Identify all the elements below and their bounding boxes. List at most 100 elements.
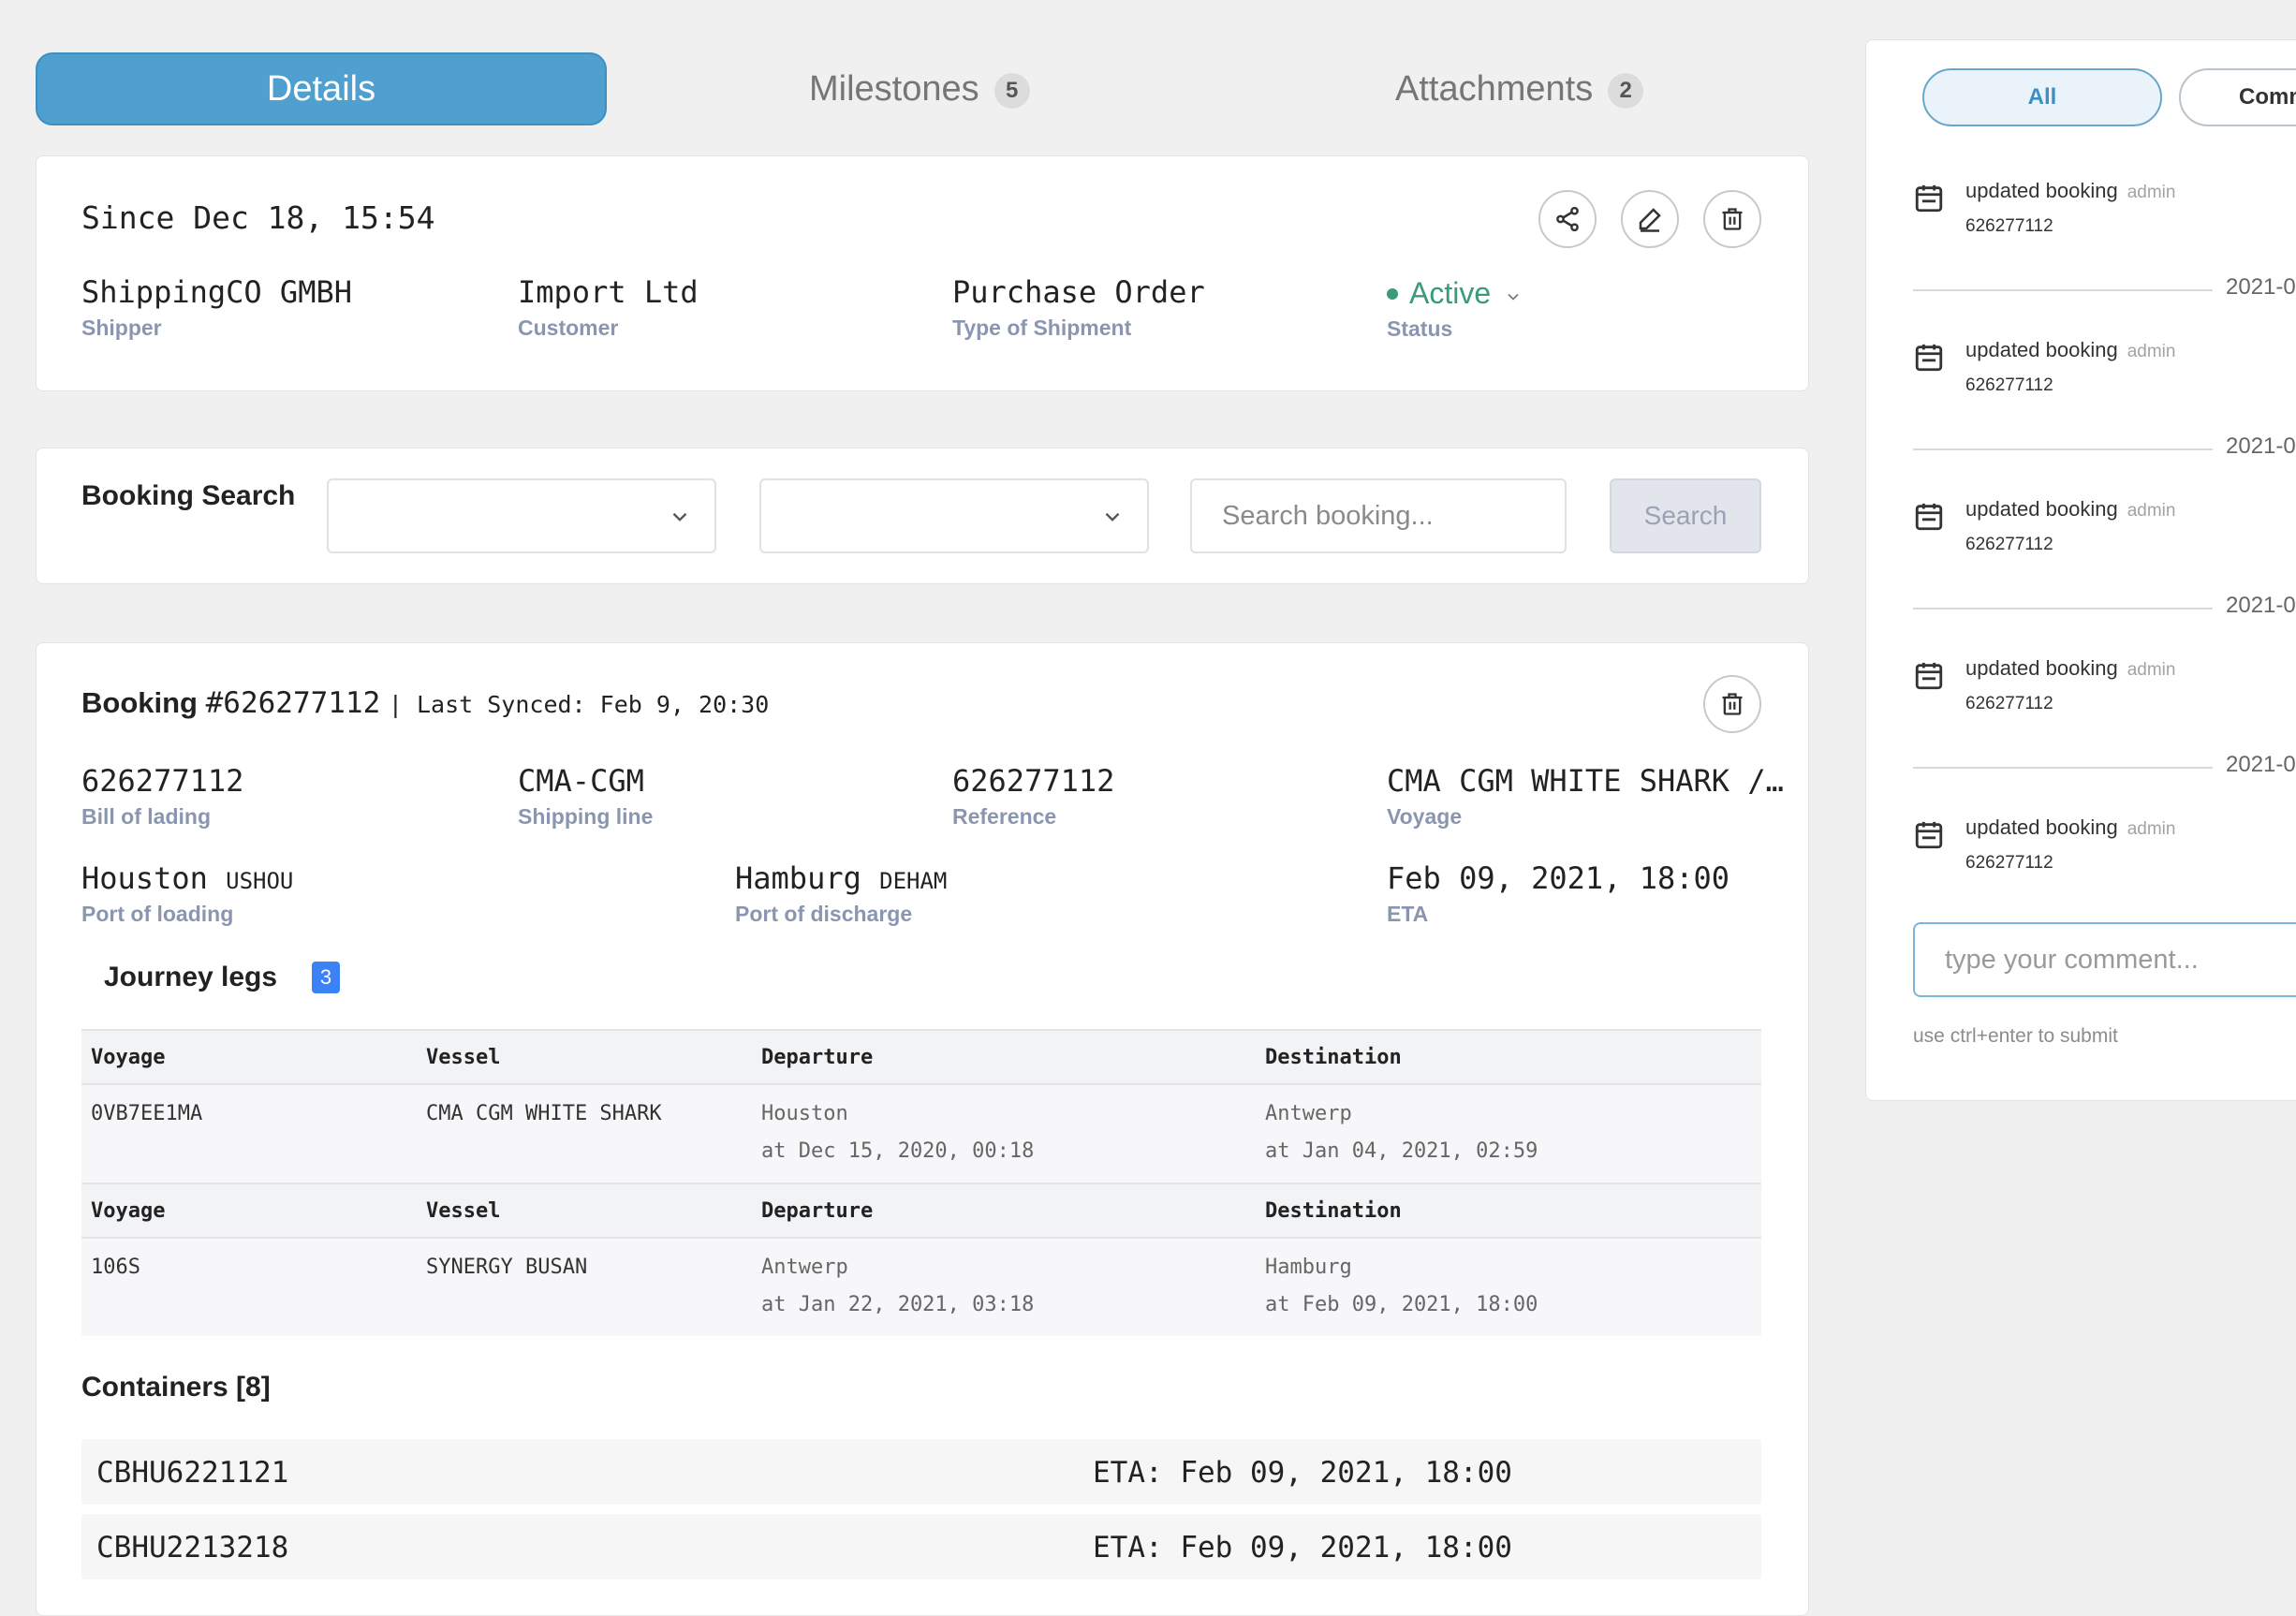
customer-field: Import Ltd Customer	[518, 274, 699, 341]
filter-comments-button[interactable]: Comm	[2179, 68, 2296, 126]
leg-departure-place: Houston	[761, 1102, 848, 1125]
since-date: Since Dec 18, 15:54	[81, 199, 435, 236]
reference-label: Reference	[952, 804, 1057, 829]
activity-text: updated booking admin	[1965, 497, 2175, 522]
edit-button[interactable]	[1621, 190, 1679, 248]
leg-header-departure: Departure	[761, 1199, 874, 1223]
activity-text: updated booking admin	[1965, 338, 2175, 362]
activity-action: updated booking	[1965, 179, 2118, 202]
activity-text: updated booking admin	[1965, 179, 2175, 203]
shipper-value: ShippingCO GMBH	[81, 274, 352, 310]
customer-value: Import Ltd	[518, 274, 699, 310]
journey-leg: Voyage Vessel Departure Destination 0VB7…	[81, 1029, 1761, 1183]
shipping-line-value: CMA-CGM	[518, 763, 644, 799]
voyage-label: Voyage	[1387, 804, 1463, 829]
tab-details[interactable]: Details	[36, 52, 607, 125]
leg-header-destination: Destination	[1265, 1046, 1402, 1069]
delete-shipment-button[interactable]	[1703, 190, 1761, 248]
bill-of-lading-label: Bill of lading	[81, 804, 211, 829]
submit-hint: use ctrl+enter to submit	[1913, 1025, 2118, 1047]
last-synced: | Last Synced: Feb 9, 20:30	[388, 691, 770, 718]
container-row[interactable]: CBHU2213218 ETA: Feb 09, 2021, 18:00	[81, 1514, 1761, 1579]
container-id: CBHU6221121	[96, 1456, 289, 1490]
shipper-field: ShippingCO GMBH Shipper	[81, 274, 352, 341]
booking-search-input[interactable]	[1190, 478, 1567, 553]
tab-attachments-label: Attachments	[1395, 68, 1594, 109]
date-divider	[1913, 289, 2213, 291]
activity-user: admin	[2127, 501, 2176, 521]
container-eta: ETA: Feb 09, 2021, 18:00	[1093, 1531, 1512, 1565]
customer-label: Customer	[518, 316, 619, 340]
activity-action: updated booking	[1965, 338, 2118, 361]
filter-all-button[interactable]: All	[1922, 68, 2162, 126]
leg-header-voyage: Voyage	[91, 1199, 166, 1223]
shipping-line-field: CMA-CGM Shipping line	[518, 763, 653, 830]
leg-destination-time: at Feb 09, 2021, 18:00	[1265, 1293, 1538, 1316]
port-of-loading-field: Houston USHOU Port of loading	[81, 860, 293, 927]
calendar-icon	[1915, 344, 1943, 372]
calendar-icon	[1915, 821, 1943, 849]
tab-milestones[interactable]: Milestones 5	[809, 52, 1030, 125]
leg-body-row: 0VB7EE1MA CMA CGM WHITE SHARK Houston at…	[81, 1085, 1761, 1183]
activity-item: updated booking admin 626277112	[1913, 179, 2175, 236]
leg-header-voyage: Voyage	[91, 1046, 166, 1069]
status-label: Status	[1387, 316, 1453, 341]
activity-booking-number: 626277112	[1965, 853, 2053, 873]
shipment-type-label: Type of Shipment	[952, 316, 1132, 340]
tab-attachments[interactable]: Attachments 2	[1395, 52, 1644, 125]
container-row[interactable]: CBHU6221121 ETA: Feb 09, 2021, 18:00	[81, 1439, 1761, 1505]
leg-header-row: Voyage Vessel Departure Destination	[81, 1029, 1761, 1085]
date-divider-label: 2021-0	[2226, 274, 2296, 300]
eta-label: ETA	[1387, 902, 1429, 926]
activity-text: updated booking admin	[1965, 815, 2175, 840]
chevron-down-icon	[1105, 512, 1120, 522]
date-divider	[1913, 767, 2213, 769]
leg-header-departure: Departure	[761, 1046, 874, 1069]
trash-icon	[1722, 208, 1743, 230]
booking-filter-select-1[interactable]	[327, 478, 716, 553]
activity-item: updated booking admin 626277112	[1913, 656, 2175, 713]
booking-filter-select-2[interactable]	[759, 478, 1149, 553]
leg-vessel: SYNERGY BUSAN	[426, 1256, 588, 1279]
comment-input[interactable]	[1913, 922, 2296, 997]
calendar-icon	[1915, 503, 1943, 531]
activity-user: admin	[2127, 660, 2176, 680]
delete-booking-button[interactable]	[1703, 675, 1761, 733]
search-button[interactable]: Search	[1610, 478, 1761, 553]
voyage-value: CMA CGM WHITE SHARK /…	[1387, 763, 1784, 799]
eta-value: Feb 09, 2021, 18:00	[1387, 860, 1730, 896]
activity-user: admin	[2127, 342, 2176, 361]
chevron-down-icon	[672, 512, 687, 522]
reference-value: 626277112	[952, 763, 1115, 799]
containers-title: Containers [8]	[81, 1372, 271, 1403]
booking-title-label: Booking	[81, 686, 198, 719]
eta-field: Feb 09, 2021, 18:00 ETA	[1387, 860, 1729, 927]
activity-booking-number: 626277112	[1965, 535, 2053, 554]
activity-text: updated booking admin	[1965, 656, 2175, 681]
leg-header-row: Voyage Vessel Departure Destination	[81, 1183, 1761, 1239]
date-divider-label: 2021-0	[2226, 593, 2296, 618]
bill-of-lading-value: 626277112	[81, 763, 244, 799]
leg-departure-time: at Jan 22, 2021, 03:18	[761, 1293, 1035, 1316]
activity-action: updated booking	[1965, 497, 2118, 521]
voyage-field: CMA CGM WHITE SHARK /… Voyage	[1387, 763, 1784, 830]
leg-voyage: 106S	[91, 1256, 140, 1279]
journey-legs-count-badge: 3	[312, 962, 340, 993]
calendar-icon	[1915, 184, 1943, 213]
tab-bar: Details Milestones 5 Attachments 2	[36, 52, 1809, 125]
date-divider	[1913, 608, 2213, 610]
activity-booking-number: 626277112	[1965, 375, 2053, 395]
status-dropdown[interactable]: Active	[1387, 276, 1523, 311]
activity-booking-number: 626277112	[1965, 216, 2053, 236]
port-of-loading-code: USHOU	[226, 868, 294, 894]
activity-action: updated booking	[1965, 815, 2118, 839]
status-value: Active	[1409, 276, 1492, 310]
activity-sidebar: All Comm updated bookingadmin 626277112 …	[1865, 39, 2296, 1101]
port-of-loading-label: Port of loading	[81, 902, 234, 926]
calendar-icon	[1915, 662, 1943, 690]
share-button[interactable]	[1538, 190, 1597, 248]
shipment-type-value: Purchase Order	[952, 274, 1205, 310]
leg-destination-place: Hamburg	[1265, 1256, 1352, 1279]
port-of-discharge-name: Hamburg	[735, 860, 861, 896]
journey-legs-title: Journey legs	[104, 962, 278, 992]
